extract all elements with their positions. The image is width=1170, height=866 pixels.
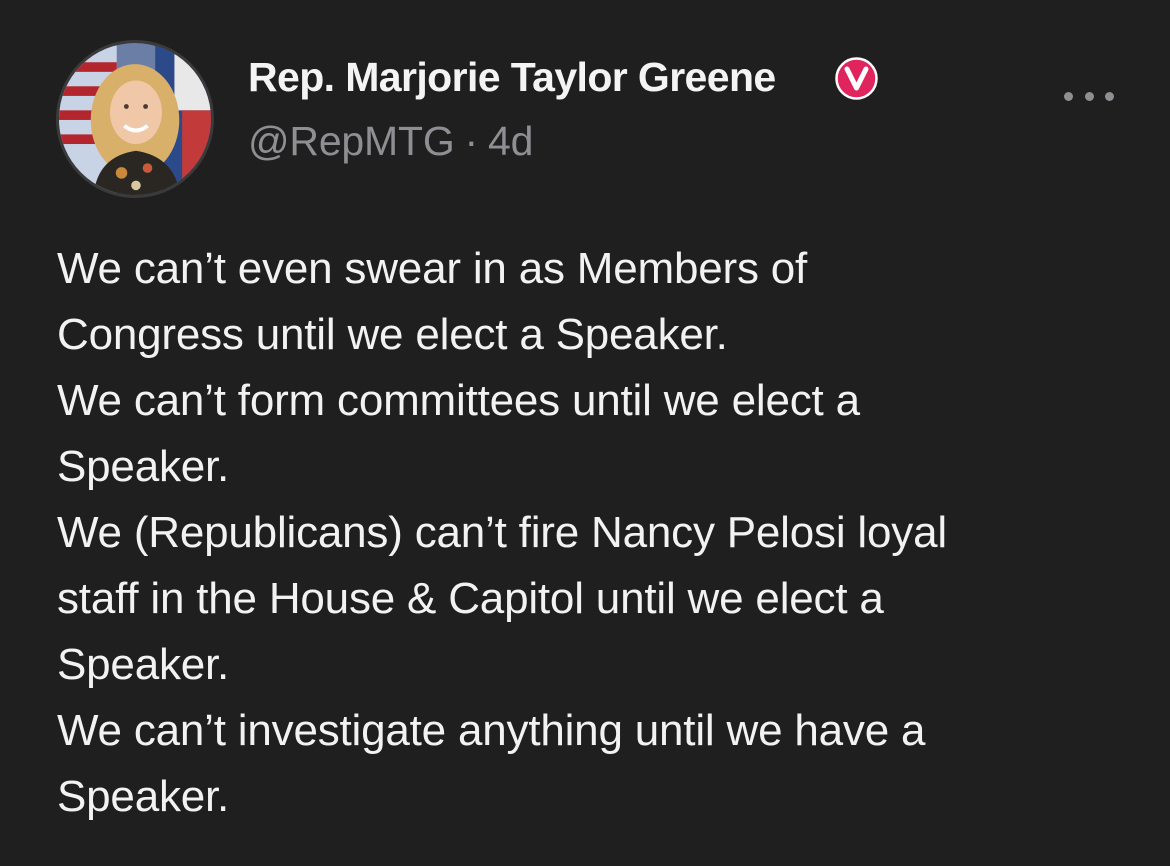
- dot: [1064, 91, 1073, 101]
- post-text-line: Speaker.: [57, 442, 230, 491]
- handle[interactable]: @RepMTG: [248, 118, 455, 164]
- post-card: Rep. Marjorie Taylor Greene @RepMTG · 4d W…: [0, 0, 1170, 866]
- more-options-icon[interactable]: [1064, 84, 1114, 108]
- post-text-line: Congress until we elect a Speaker.: [57, 310, 728, 359]
- timestamp[interactable]: 4d: [488, 118, 533, 164]
- post-text-line: We can’t form committees until we elect …: [57, 376, 860, 425]
- separator: ·: [464, 118, 479, 164]
- post-text-line: We can’t investigate anything until we h…: [57, 706, 926, 755]
- handle-row: @RepMTG · 4d: [248, 118, 533, 165]
- post-text: We can’t even swear in as Members of Con…: [57, 236, 1147, 830]
- avatar[interactable]: [56, 40, 214, 198]
- display-name[interactable]: Rep. Marjorie Taylor Greene: [248, 54, 776, 101]
- post-text-line: We (Republicans) can’t fire Nancy Pelosi…: [57, 508, 947, 557]
- post-text-line: Speaker.: [57, 640, 230, 689]
- verified-badge-icon: [835, 57, 878, 100]
- profile-photo-icon: [59, 43, 211, 195]
- post-text-line: staff in the House & Capitol until we el…: [57, 574, 884, 623]
- post-text-line: Speaker.: [57, 772, 230, 821]
- dot: [1105, 91, 1114, 101]
- post-text-line: We can’t even swear in as Members of: [57, 244, 808, 293]
- dot: [1084, 91, 1094, 101]
